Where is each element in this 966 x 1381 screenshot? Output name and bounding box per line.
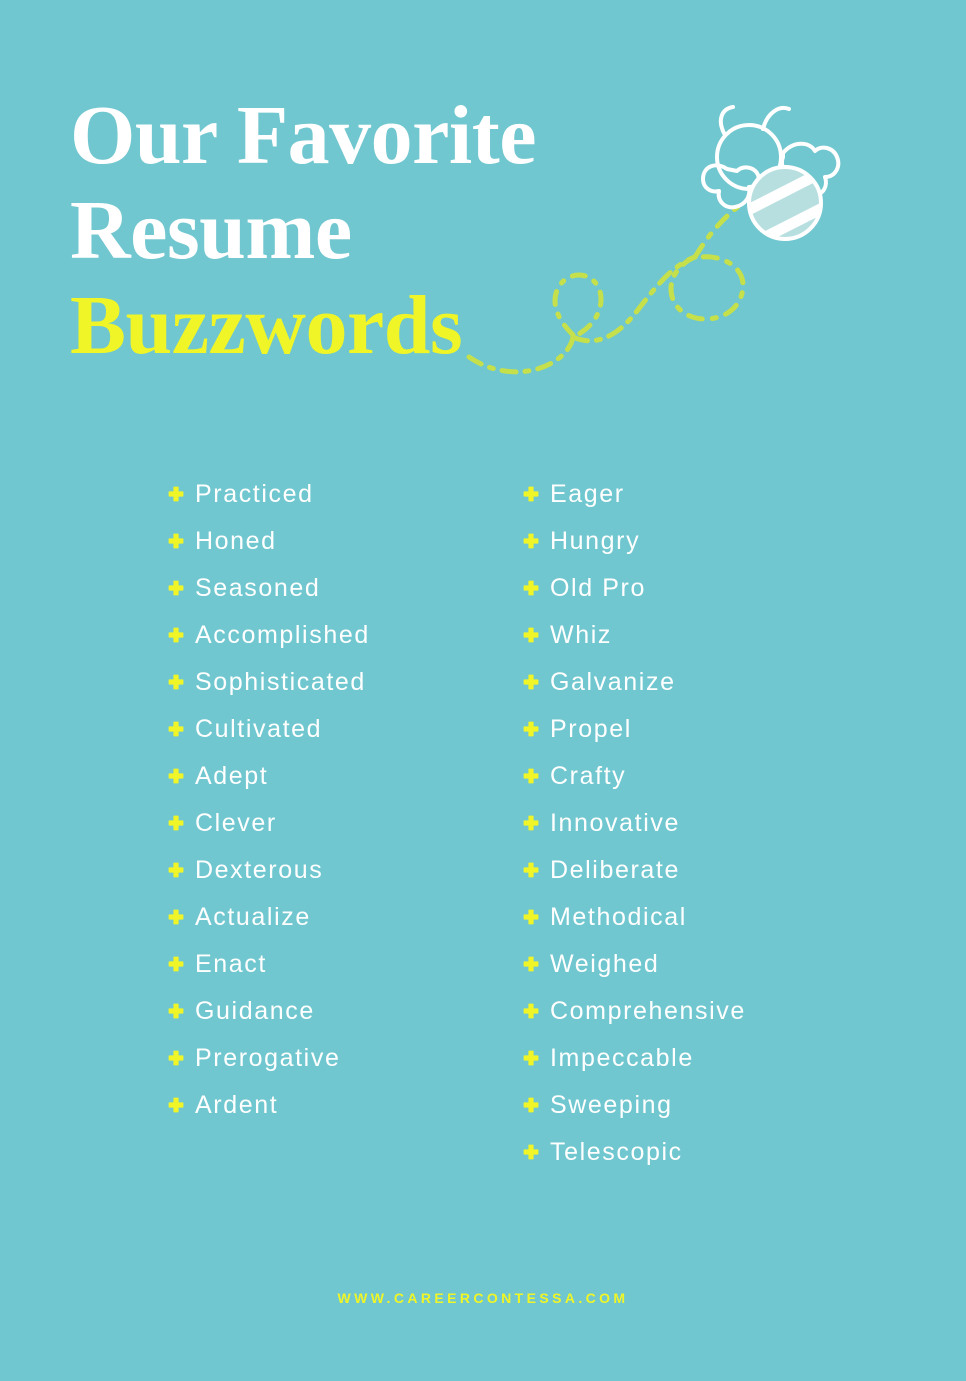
buzzword-label: Crafty [550, 761, 627, 790]
plus-bullet-icon [523, 768, 539, 784]
buzzword-item: Impeccable [523, 1034, 868, 1081]
buzzword-item: Clever [168, 799, 523, 846]
buzzword-label: Dexterous [195, 855, 324, 884]
buzzword-item: Weighed [523, 940, 868, 987]
buzzword-item: Accomplished [168, 611, 523, 658]
plus-bullet-icon [523, 1003, 539, 1019]
buzzword-label: Guidance [195, 996, 315, 1025]
plus-bullet-icon [523, 627, 539, 643]
buzzword-item: Methodical [523, 893, 868, 940]
buzzword-column-left: Practiced Honed Seasoned Accomplished Sophis… [168, 470, 523, 1128]
buzzword-label: Adept [195, 761, 269, 790]
buzzword-item: Galvanize [523, 658, 868, 705]
buzzword-item: Hungry [523, 517, 868, 564]
buzzword-label: Honed [195, 526, 277, 555]
website-url[interactable]: WWW.CAREERCONTESSA.COM [337, 1290, 628, 1306]
buzzword-label: Propel [550, 714, 632, 743]
plus-bullet-icon [168, 627, 184, 643]
buzzword-label: Ardent [195, 1090, 279, 1119]
poster-title: Our Favorite Resume Buzzwords [70, 88, 630, 373]
plus-bullet-icon [168, 721, 184, 737]
buzzword-item: Ardent [168, 1081, 523, 1128]
buzzword-item: Guidance [168, 987, 523, 1034]
plus-bullet-icon [523, 1097, 539, 1113]
buzzword-label: Enact [195, 949, 267, 978]
buzzword-item: Sweeping [523, 1081, 868, 1128]
buzzword-item: Whiz [523, 611, 868, 658]
buzzword-label: Practiced [195, 479, 314, 508]
plus-bullet-icon [523, 580, 539, 596]
footer: WWW.CAREERCONTESSA.COM [0, 1290, 966, 1308]
buzzword-item: Eager [523, 470, 868, 517]
plus-bullet-icon [523, 956, 539, 972]
plus-bullet-icon [168, 533, 184, 549]
buzzword-item: Comprehensive [523, 987, 868, 1034]
buzzword-list: Practiced Honed Seasoned Accomplished Sophis… [168, 470, 868, 1175]
poster-canvas: Our Favorite Resume Buzzwords Practiced … [0, 0, 966, 1381]
buzzword-item: Propel [523, 705, 868, 752]
bee-icon [701, 105, 841, 241]
buzzword-label: Hungry [550, 526, 641, 555]
buzzword-column-right: Eager Hungry Old Pro Whiz Galvanize Propel Cra… [523, 470, 868, 1175]
buzzword-item: Actualize [168, 893, 523, 940]
buzzword-label: Old Pro [550, 573, 646, 602]
buzzword-item: Telescopic [523, 1128, 868, 1175]
title-line-3-accent: Buzzwords [70, 279, 463, 372]
buzzword-label: Actualize [195, 902, 311, 931]
buzzword-item: Adept [168, 752, 523, 799]
buzzword-label: Comprehensive [550, 996, 746, 1025]
buzzword-item: Honed [168, 517, 523, 564]
buzzword-item: Deliberate [523, 846, 868, 893]
buzzword-label: Eager [550, 479, 625, 508]
buzzword-item: Sophisticated [168, 658, 523, 705]
plus-bullet-icon [523, 486, 539, 502]
buzzword-label: Impeccable [550, 1043, 694, 1072]
plus-bullet-icon [168, 1097, 184, 1113]
plus-bullet-icon [523, 909, 539, 925]
buzzword-item: Enact [168, 940, 523, 987]
plus-bullet-icon [168, 768, 184, 784]
plus-bullet-icon [168, 1003, 184, 1019]
plus-bullet-icon [523, 862, 539, 878]
buzzword-label: Innovative [550, 808, 680, 837]
buzzword-label: Deliberate [550, 855, 680, 884]
plus-bullet-icon [523, 1144, 539, 1160]
buzzword-item: Old Pro [523, 564, 868, 611]
plus-bullet-icon [168, 815, 184, 831]
plus-bullet-icon [523, 533, 539, 549]
buzzword-item: Innovative [523, 799, 868, 846]
buzzword-label: Whiz [550, 620, 612, 649]
plus-bullet-icon [523, 674, 539, 690]
buzzword-item: Prerogative [168, 1034, 523, 1081]
buzzword-label: Methodical [550, 902, 687, 931]
title-line-1: Our Favorite [70, 89, 537, 182]
plus-bullet-icon [168, 486, 184, 502]
plus-bullet-icon [523, 815, 539, 831]
plus-bullet-icon [168, 909, 184, 925]
plus-bullet-icon [168, 956, 184, 972]
buzzword-item: Dexterous [168, 846, 523, 893]
plus-bullet-icon [168, 862, 184, 878]
buzzword-label: Accomplished [195, 620, 370, 649]
buzzword-label: Seasoned [195, 573, 321, 602]
plus-bullet-icon [523, 721, 539, 737]
buzzword-label: Sweeping [550, 1090, 673, 1119]
buzzword-item: Crafty [523, 752, 868, 799]
buzzword-label: Weighed [550, 949, 660, 978]
buzzword-item: Practiced [168, 470, 523, 517]
buzzword-label: Sophisticated [195, 667, 366, 696]
plus-bullet-icon [168, 674, 184, 690]
buzzword-label: Telescopic [550, 1137, 683, 1166]
plus-bullet-icon [523, 1050, 539, 1066]
buzzword-item: Cultivated [168, 705, 523, 752]
buzzword-label: Galvanize [550, 667, 676, 696]
plus-bullet-icon [168, 1050, 184, 1066]
buzzword-label: Cultivated [195, 714, 323, 743]
buzzword-label: Prerogative [195, 1043, 341, 1072]
plus-bullet-icon [168, 580, 184, 596]
buzzword-label: Clever [195, 808, 277, 837]
buzzword-item: Seasoned [168, 564, 523, 611]
title-line-2: Resume [70, 184, 352, 277]
